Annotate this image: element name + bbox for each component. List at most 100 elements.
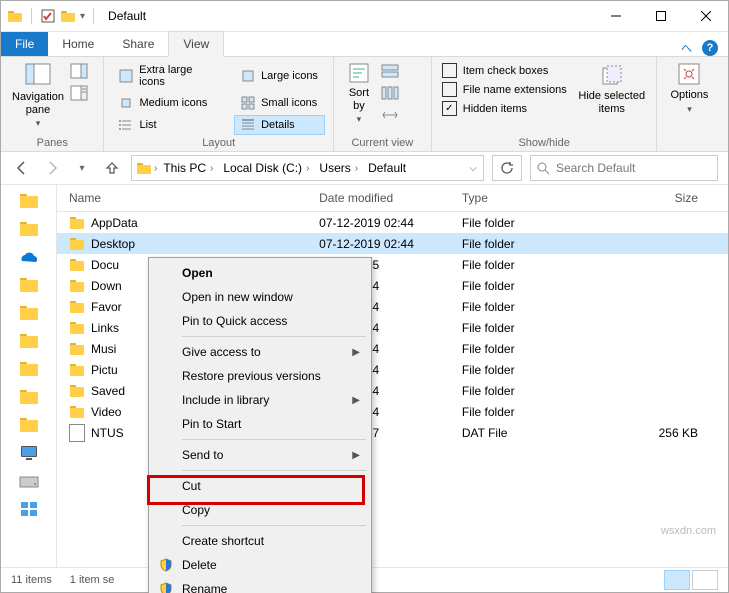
crumb-this-pc[interactable]: This PC› [159, 161, 217, 175]
context-separator [182, 470, 366, 471]
file-name: Saved [91, 384, 125, 398]
search-icon [537, 162, 550, 175]
qa-dropdown-icon[interactable]: ▾ [80, 11, 85, 22]
status-items: 11 items [11, 574, 52, 586]
folder-icon[interactable] [18, 303, 40, 323]
details-view-button[interactable] [664, 570, 690, 590]
folder-icon [136, 160, 152, 176]
forward-button[interactable] [41, 157, 63, 179]
this-pc-icon[interactable] [18, 443, 40, 463]
col-size[interactable]: Size [583, 191, 728, 205]
sort-icon [347, 61, 371, 85]
folder-icon[interactable] [18, 219, 40, 239]
file-type: File folder [450, 363, 583, 377]
context-item-open[interactable]: Open [152, 261, 368, 285]
context-item-label: Give access to [182, 345, 261, 359]
breadcrumb-dropdown-icon[interactable]: ⌵ [469, 163, 483, 174]
close-button[interactable] [683, 1, 728, 31]
group-label-current-view: Current view [342, 135, 423, 149]
drive-icon[interactable] [18, 471, 40, 491]
crumb-local-disk[interactable]: Local Disk (C:)› [219, 161, 313, 175]
context-item-pin-to-quick-access[interactable]: Pin to Quick access [152, 309, 368, 333]
context-item-send-to[interactable]: Send to▶ [152, 443, 368, 467]
maximize-button[interactable] [638, 1, 683, 31]
layout-list[interactable]: List [112, 115, 226, 135]
col-date[interactable]: Date modified [307, 191, 450, 205]
group-by-button[interactable] [380, 61, 400, 81]
layout-medium[interactable]: Medium icons [112, 93, 226, 113]
search-input[interactable]: Search Default [530, 155, 718, 181]
file-extensions-toggle[interactable]: File name extensions [440, 80, 569, 99]
tab-share[interactable]: Share [108, 32, 168, 56]
refresh-button[interactable] [492, 155, 522, 181]
context-item-include-in-library[interactable]: Include in library▶ [152, 388, 368, 412]
tab-file[interactable]: File [1, 32, 48, 56]
large-icons-view-button[interactable] [692, 570, 718, 590]
context-item-give-access-to[interactable]: Give access to▶ [152, 340, 368, 364]
ribbon-collapse-icon[interactable]: へ [681, 40, 692, 56]
folder-icon[interactable] [18, 191, 40, 211]
breadcrumb[interactable]: › This PC› Local Disk (C:)› Users› Defau… [131, 155, 484, 181]
layout-small[interactable]: Small icons [234, 93, 325, 113]
layout-extra-large[interactable]: Extra large icons [112, 61, 226, 91]
up-button[interactable] [101, 157, 123, 179]
context-item-create-shortcut[interactable]: Create shortcut [152, 529, 368, 553]
details-pane-button[interactable] [69, 83, 89, 103]
hidden-items-toggle[interactable]: ✓Hidden items [440, 99, 569, 118]
windows-icon[interactable] [18, 499, 40, 519]
add-columns-button[interactable] [380, 83, 400, 103]
context-item-rename[interactable]: Rename [152, 577, 368, 593]
file-name: Docu [91, 258, 119, 272]
context-item-delete[interactable]: Delete [152, 553, 368, 577]
layout-large[interactable]: Large icons [234, 61, 325, 91]
context-item-restore-previous-versions[interactable]: Restore previous versions [152, 364, 368, 388]
crumb-default[interactable]: Default [364, 161, 410, 175]
context-item-open-in-new-window[interactable]: Open in new window [152, 285, 368, 309]
context-item-label: Pin to Quick access [182, 314, 287, 328]
onedrive-icon[interactable] [18, 247, 40, 267]
options-button[interactable]: Options ▾ [665, 61, 713, 115]
context-item-label: Delete [182, 558, 217, 572]
size-columns-button[interactable] [380, 105, 400, 125]
folder-icon[interactable] [18, 359, 40, 379]
folder-icon[interactable] [18, 387, 40, 407]
table-row[interactable]: AppData07-12-2019 02:44File folder [57, 212, 728, 233]
back-button[interactable] [11, 157, 33, 179]
context-item-copy[interactable]: Copy [152, 498, 368, 522]
ribbon: Navigation pane ▾ Panes Extra large icon… [1, 57, 728, 152]
ribbon-tabs: File Home Share View へ ? [1, 32, 728, 57]
folder-icon[interactable] [18, 415, 40, 435]
col-name[interactable]: Name [57, 191, 307, 205]
folder-icon[interactable] [18, 331, 40, 351]
context-item-cut[interactable]: Cut [152, 474, 368, 498]
file-type: File folder [450, 342, 583, 356]
navigation-pane-button[interactable]: Navigation pane ▾ [9, 61, 67, 129]
chevron-right-icon: ▶ [352, 450, 360, 461]
file-name: Favor [91, 300, 122, 314]
sort-by-button[interactable]: Sort by ▾ [342, 61, 376, 125]
recent-locations-button[interactable]: ▾ [71, 157, 93, 179]
checkbox-icon[interactable] [40, 8, 56, 24]
hide-selected-button[interactable]: Hide selected items [577, 61, 647, 118]
item-check-boxes-toggle[interactable]: Item check boxes [440, 61, 569, 80]
context-item-pin-to-start[interactable]: Pin to Start [152, 412, 368, 436]
table-row[interactable]: Desktop07-12-2019 02:44File folder [57, 233, 728, 254]
layout-details[interactable]: Details [234, 115, 325, 135]
crumb-users[interactable]: Users› [315, 161, 362, 175]
preview-pane-button[interactable] [69, 61, 89, 81]
search-placeholder: Search Default [556, 161, 635, 175]
folder-icon[interactable] [18, 275, 40, 295]
file-name: Links [91, 321, 119, 335]
file-type: DAT File [450, 426, 583, 440]
help-icon[interactable]: ? [702, 40, 718, 56]
file-name: Pictu [91, 363, 118, 377]
minimize-button[interactable] [593, 1, 638, 31]
folder-icon[interactable] [60, 8, 76, 24]
col-type[interactable]: Type [450, 191, 583, 205]
tab-view[interactable]: View [168, 31, 224, 57]
file-type: File folder [450, 300, 583, 314]
shield-icon [158, 557, 174, 573]
column-headers[interactable]: Name Date modified Type Size [57, 185, 728, 212]
tab-home[interactable]: Home [48, 32, 108, 56]
navigation-tree[interactable] [1, 185, 57, 567]
